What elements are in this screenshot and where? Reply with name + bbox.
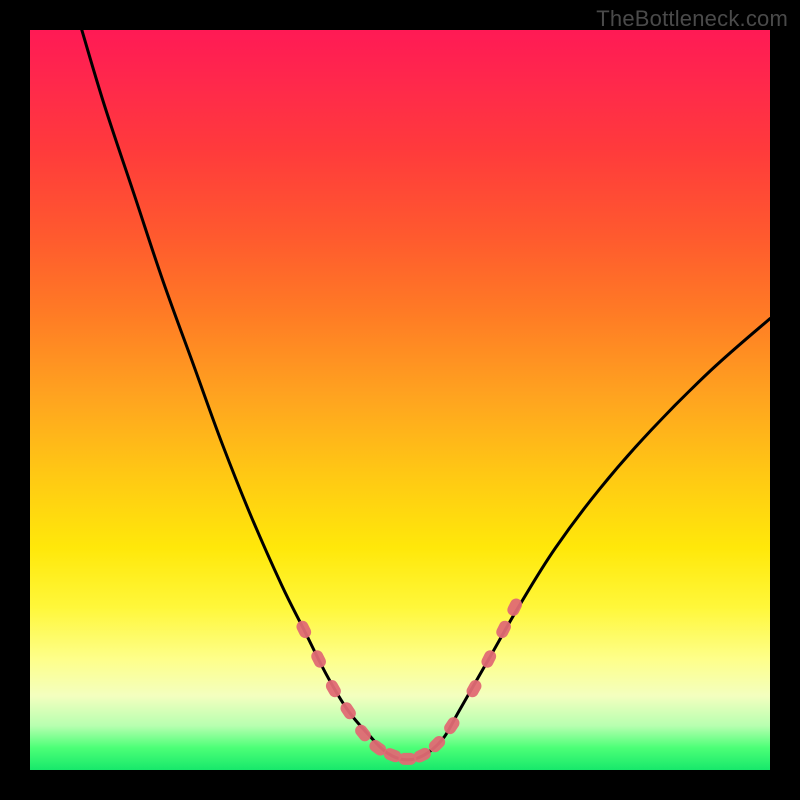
curve-marker <box>398 753 416 765</box>
bottleneck-curve <box>82 30 770 760</box>
curve-marker <box>353 722 374 744</box>
curve-marker <box>442 715 462 737</box>
curve-marker <box>294 619 313 640</box>
curve-marker <box>309 648 328 669</box>
watermark-text: TheBottleneck.com <box>596 6 788 32</box>
chart-svg <box>30 30 770 770</box>
chart-frame: TheBottleneck.com <box>0 0 800 800</box>
curve-marker <box>479 648 498 669</box>
plot-area <box>30 30 770 770</box>
